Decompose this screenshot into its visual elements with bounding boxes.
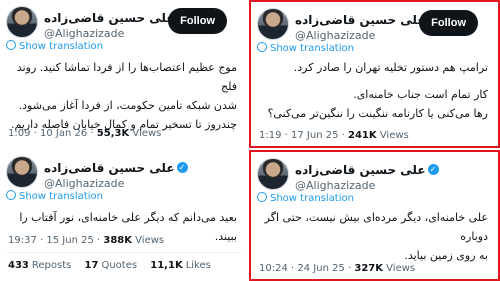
show-translation-link[interactable]: Show translation [6,40,103,52]
follow-button[interactable]: Follow [419,10,478,36]
views-label: Views [379,130,409,141]
globe-icon [6,40,16,50]
views-label: Views [132,128,162,139]
author-name[interactable]: علی حسین قاضی‌زاده [44,11,175,25]
tweet-time[interactable]: 19:37 [8,235,37,246]
author-block[interactable]: علی حسین قاضی‌زاده✓ @Alighazizade [44,157,188,190]
tweet-card-3[interactable]: علی حسین قاضی‌زاده ✓ @Alighazizade Show t… [0,150,247,281]
author-handle[interactable]: @Alighazizade [44,177,188,190]
reposts-count: 433 [8,260,29,271]
views-count: 388K [103,235,132,246]
globe-icon [6,190,16,200]
avatar[interactable] [257,158,289,190]
tweet-header: علی حسین قاضی‌زاده ✓ @Alighazizade [6,156,241,190]
tweet-date[interactable]: 24 Jun 25 [297,263,344,274]
quotes-stat[interactable]: 17 Quotes [85,260,138,271]
tweet-line: شدن شبکه تامین حکومت، از فردا آغاز می‌شو… [18,99,237,112]
tweet-meta: 1:19 · 17 Jun 25 · 241K Views [259,130,409,141]
author-name[interactable]: علی حسین قاضی‌زاده [295,163,426,177]
avatar[interactable] [257,8,289,40]
author-handle[interactable]: @Alighazizade [295,29,439,42]
likes-count: 11,1K [150,260,183,271]
follow-button[interactable]: Follow [168,8,227,34]
views-count: 241K [348,130,377,141]
author-handle[interactable]: @Alighazizade [44,27,188,40]
author-block[interactable]: علی حسین قاضی‌زاده✓ @Alighazizade [295,9,439,42]
tweet-date[interactable]: 15 Jun 25 [46,235,93,246]
tweet-line: کار تمام است جناب خامنه‌ای. [353,88,488,101]
tweet-card-2[interactable]: علی حسین قاضی‌زاده✓ @Alighazizade Follow… [249,0,500,148]
reposts-stat[interactable]: 433 Reposts [8,260,71,271]
views-label: Views [135,235,165,246]
tweet-card-4[interactable]: علی حسین قاضی‌زاده ✓ @Alighazizade Show t… [249,150,500,281]
tweet-time[interactable]: 10:24 [259,263,288,274]
tweet-line: ترامپ هم دستور تخلیه تهران را صادر کرد. [293,61,488,74]
avatar[interactable] [6,6,38,38]
show-translation-link[interactable]: Show translation [257,42,354,54]
show-translation-label: Show translation [270,43,354,54]
tweet-stats: 433 Reposts 17 Quotes 11,1K Likes [8,260,221,271]
verified-badge-icon: ✓ [176,162,188,173]
views-count: 55,3K [96,128,130,139]
views-label: Views [386,263,416,274]
quotes-count: 17 [84,260,99,271]
tweet-text: موج عظیم اعتصاب‌ها را از فردا تماشا کنید… [8,58,237,134]
globe-icon [257,192,267,202]
likes-label: Likes [185,260,211,271]
tweet-line: موج عظیم اعتصاب‌ها را از فردا تماشا کنید… [16,61,237,93]
author-handle[interactable]: @Alighazizade [295,179,439,192]
tweet-text: ترامپ هم دستور تخلیه تهران را صادر کرد. … [259,58,488,123]
tweet-meta: 1:09 · 10 Jan 26 · 55,3K Views [8,128,162,139]
reposts-label: Reposts [31,260,72,271]
show-translation-label: Show translation [19,41,103,52]
tweet-line: علی خامنه‌ای، دیگر مرده‌ای بیش نیست، حتی… [264,211,488,243]
views-count: 327K [354,263,383,274]
tweet-line-spacer [259,77,488,85]
tweet-header: علی حسین قاضی‌زاده ✓ @Alighazizade [257,158,492,192]
globe-icon [257,42,267,52]
tweet-time[interactable]: 1:09 [8,128,30,139]
author-block[interactable]: علی حسین قاضی‌زاده✓ @Alighazizade [44,7,188,40]
tweet-line: رها می‌کنی یا کارنامه ننگینت را ننگین‌تر… [267,107,488,120]
likes-stat[interactable]: 11,1K Likes [150,260,211,271]
tweet-date[interactable]: 17 Jun 25 [291,130,338,141]
tweet-grid: علی حسین قاضی‌زاده✓ @Alighazizade Follow… [0,0,500,281]
show-translation-label: Show translation [270,193,354,204]
author-name[interactable]: علی حسین قاضی‌زاده [295,13,426,27]
quotes-label: Quotes [101,260,138,271]
author-block[interactable]: علی حسین قاضی‌زاده✓ @Alighazizade [295,159,439,192]
tweet-date[interactable]: 10 Jan 26 [40,128,87,139]
tweet-meta: 10:24 · 24 Jun 25 · 327K Views [259,263,416,274]
tweet-header: علی حسین قاضی‌زاده✓ @Alighazizade Follow [6,6,241,40]
show-translation-link[interactable]: Show translation [6,190,103,202]
verified-badge-icon: ✓ [427,164,439,175]
tweet-meta: 19:37 · 15 Jun 25 · 388K Views [8,235,165,246]
divider [6,252,241,253]
show-translation-link[interactable]: Show translation [257,192,354,204]
show-translation-label: Show translation [19,191,103,202]
author-name[interactable]: علی حسین قاضی‌زاده [44,161,175,175]
tweet-time[interactable]: 1:19 [259,130,281,141]
avatar[interactable] [6,156,38,188]
tweet-card-1[interactable]: علی حسین قاضی‌زاده✓ @Alighazizade Follow… [0,0,247,148]
tweet-text: علی خامنه‌ای، دیگر مرده‌ای بیش نیست، حتی… [259,208,488,265]
tweet-header: علی حسین قاضی‌زاده✓ @Alighazizade Follow [257,8,492,42]
